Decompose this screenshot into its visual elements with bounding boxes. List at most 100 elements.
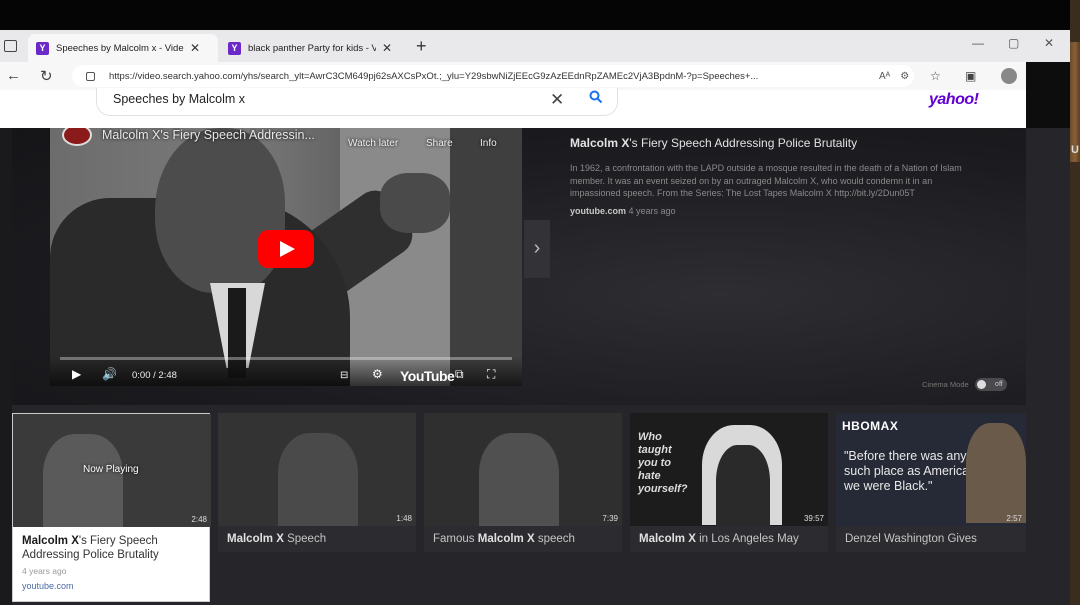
youtube-logo[interactable]: YouTube: [400, 368, 455, 384]
settings-icon[interactable]: ⚙: [372, 367, 383, 381]
related-videos: Now Playing 2:48 Malcolm X's Fiery Speec…: [12, 413, 1026, 605]
search-input[interactable]: Speeches by Malcolm x: [113, 92, 245, 106]
video-info-title[interactable]: Malcolm X's Fiery Speech Addressing Poli…: [570, 136, 970, 150]
thumbnail-figure: [966, 423, 1026, 523]
youtube-play-button[interactable]: [258, 230, 314, 268]
tab-black-panther[interactable]: Y black panther Party for kids - V ✕: [220, 34, 410, 62]
share-button[interactable]: Share: [426, 138, 453, 149]
close-tab-icon[interactable]: ✕: [190, 41, 200, 55]
address-bar: ← ↻ https://video.search.yahoo.com/yhs/s…: [0, 62, 1026, 90]
thumbnail-caption[interactable]: Malcolm X Speech: [218, 526, 416, 552]
content-margin: [0, 128, 12, 605]
thumbnail-caption[interactable]: Malcolm X in Los Angeles May: [630, 526, 828, 552]
next-video-arrow[interactable]: ›: [524, 220, 550, 278]
play-icon[interactable]: ▶: [72, 367, 81, 381]
yahoo-header: Speeches by Malcolm x ✕ yahoo!: [0, 88, 1026, 128]
search-icon[interactable]: [589, 90, 603, 104]
thumbnail-caption[interactable]: Famous Malcolm X speech: [424, 526, 622, 552]
caption-bold: Malcolm X: [22, 535, 79, 547]
channel-avatar[interactable]: [62, 128, 92, 146]
video-player[interactable]: Malcolm X's Fiery Speech Addressin... Wa…: [50, 128, 522, 386]
caption-bold: Malcolm X: [639, 533, 696, 545]
video-source[interactable]: youtube.com: [570, 206, 626, 216]
thumbnail-card[interactable]: HBOMAX "Before there was any such place …: [836, 413, 1026, 552]
fullscreen-icon[interactable]: ⛶: [487, 367, 495, 382]
thumbnail-age: 4 years ago: [22, 566, 67, 576]
thumbnail-card[interactable]: Who taught you to hate yourself? 39:57 M…: [630, 413, 828, 552]
thumbnail-card[interactable]: Now Playing 2:48 Malcolm X's Fiery Speec…: [12, 413, 211, 602]
yahoo-favicon-icon: Y: [228, 41, 241, 55]
yahoo-logo[interactable]: yahoo!: [929, 91, 979, 109]
thumbnail-source[interactable]: youtube.com: [22, 579, 200, 593]
cinema-mode-label: Cinema Mode: [922, 380, 969, 389]
now-playing-label: Now Playing: [83, 464, 139, 475]
thumbnail-image[interactable]: Who taught you to hate yourself? 39:57: [630, 413, 828, 526]
minimize-icon[interactable]: —: [972, 36, 984, 50]
time-display: 0:00 / 2:48: [132, 370, 177, 381]
tab-strip: Y Speeches by Malcolm x - Video ✕ Y blac…: [0, 30, 1070, 62]
thumbnail-card[interactable]: 7:39 Famous Malcolm X speech: [424, 413, 622, 552]
captions-icon[interactable]: ⊟: [340, 370, 348, 381]
back-icon[interactable]: ←: [6, 67, 21, 84]
thumbnail-image[interactable]: 7:39: [424, 413, 622, 526]
close-tab-icon[interactable]: ✕: [382, 41, 392, 55]
cinema-mode-toggle[interactable]: Cinema Mode off: [922, 378, 1007, 391]
progress-bar[interactable]: [60, 357, 512, 360]
thumbnail-caption[interactable]: Denzel Washington Gives: [836, 526, 1026, 552]
new-tab-icon[interactable]: +: [416, 36, 427, 57]
video-description: In 1962, a confrontation with the LAPD o…: [570, 163, 962, 198]
video-info: Malcolm X's Fiery Speech Addressing Poli…: [570, 136, 970, 216]
duration-badge: 2:57: [1006, 514, 1022, 523]
tab-speeches[interactable]: Y Speeches by Malcolm x - Video ✕: [28, 34, 218, 62]
video-frame: [380, 173, 450, 233]
thumbnail-image[interactable]: 1:48: [218, 413, 416, 526]
lock-icon: [86, 71, 95, 81]
top-band: [0, 0, 1080, 30]
clear-search-icon[interactable]: ✕: [550, 90, 564, 110]
thumbnail-image[interactable]: Now Playing 2:48: [13, 414, 211, 527]
tab-actions-icon[interactable]: [4, 40, 17, 52]
extensions-icon[interactable]: ⚙: [900, 71, 909, 82]
caption-bold: Malcolm X: [227, 533, 284, 545]
video-title[interactable]: Malcolm X's Fiery Speech Addressin...: [102, 128, 315, 142]
caption-bold: Malcolm X: [477, 533, 535, 545]
maximize-icon[interactable]: ▢: [1008, 36, 1019, 50]
edge-text: U: [1071, 144, 1079, 156]
caption-rest: speech: [534, 533, 575, 545]
watch-later-button[interactable]: Watch later: [348, 138, 398, 149]
thumbnail-figure: [479, 433, 559, 526]
video-content: Malcolm X's Fiery Speech Addressin... Wa…: [0, 128, 1070, 605]
thumbnail-image[interactable]: HBOMAX "Before there was any such place …: [836, 413, 1026, 526]
thumbnail-figure: [278, 433, 358, 526]
duration-badge: 7:39: [602, 514, 618, 523]
tab-title: Speeches by Malcolm x - Video: [56, 42, 184, 54]
video-frame: [450, 128, 522, 386]
url-field[interactable]: https://video.search.yahoo.com/yhs/searc…: [72, 65, 914, 87]
thumbnail-caption[interactable]: Malcolm X's Fiery Speech Addressing Poli…: [13, 527, 209, 601]
tab-title: black panther Party for kids - V: [248, 42, 376, 54]
yahoo-favicon-icon: Y: [36, 41, 49, 55]
close-window-icon[interactable]: ✕: [1044, 36, 1054, 50]
search-box[interactable]: Speeches by Malcolm x ✕: [96, 88, 618, 116]
cast-icon[interactable]: ⧉: [455, 367, 464, 382]
collections-icon[interactable]: ▣: [965, 69, 976, 83]
refresh-icon[interactable]: ↻: [40, 67, 53, 85]
thumbnail-figure: [716, 445, 770, 526]
video-meta: youtube.com 4 years ago: [570, 206, 970, 216]
profile-avatar[interactable]: [1001, 68, 1017, 84]
info-button[interactable]: Info: [480, 138, 497, 149]
hbomax-logo: HBOMAX: [842, 419, 899, 433]
volume-icon[interactable]: 🔊: [102, 367, 117, 381]
url-text: https://video.search.yahoo.com/yhs/searc…: [109, 70, 759, 82]
duration-badge: 2:48: [191, 515, 207, 524]
read-aloud-icon[interactable]: Aᴬ: [879, 71, 890, 82]
favorites-icon[interactable]: ☆: [930, 69, 941, 83]
title-rest: 's Fiery Speech Addressing Police Brutal…: [629, 136, 858, 150]
caption-rest: Speech: [283, 533, 327, 545]
thumbnail-figure: [43, 434, 123, 527]
cinema-mode-switch[interactable]: off: [974, 378, 1007, 391]
caption-prefix: Famous: [433, 533, 478, 545]
video-title-overlay[interactable]: Malcolm X's Fiery Speech Addressin...: [62, 128, 362, 146]
thumbnail-card[interactable]: 1:48 Malcolm X Speech: [218, 413, 416, 552]
caption-rest: in Los Angeles May: [695, 533, 799, 545]
